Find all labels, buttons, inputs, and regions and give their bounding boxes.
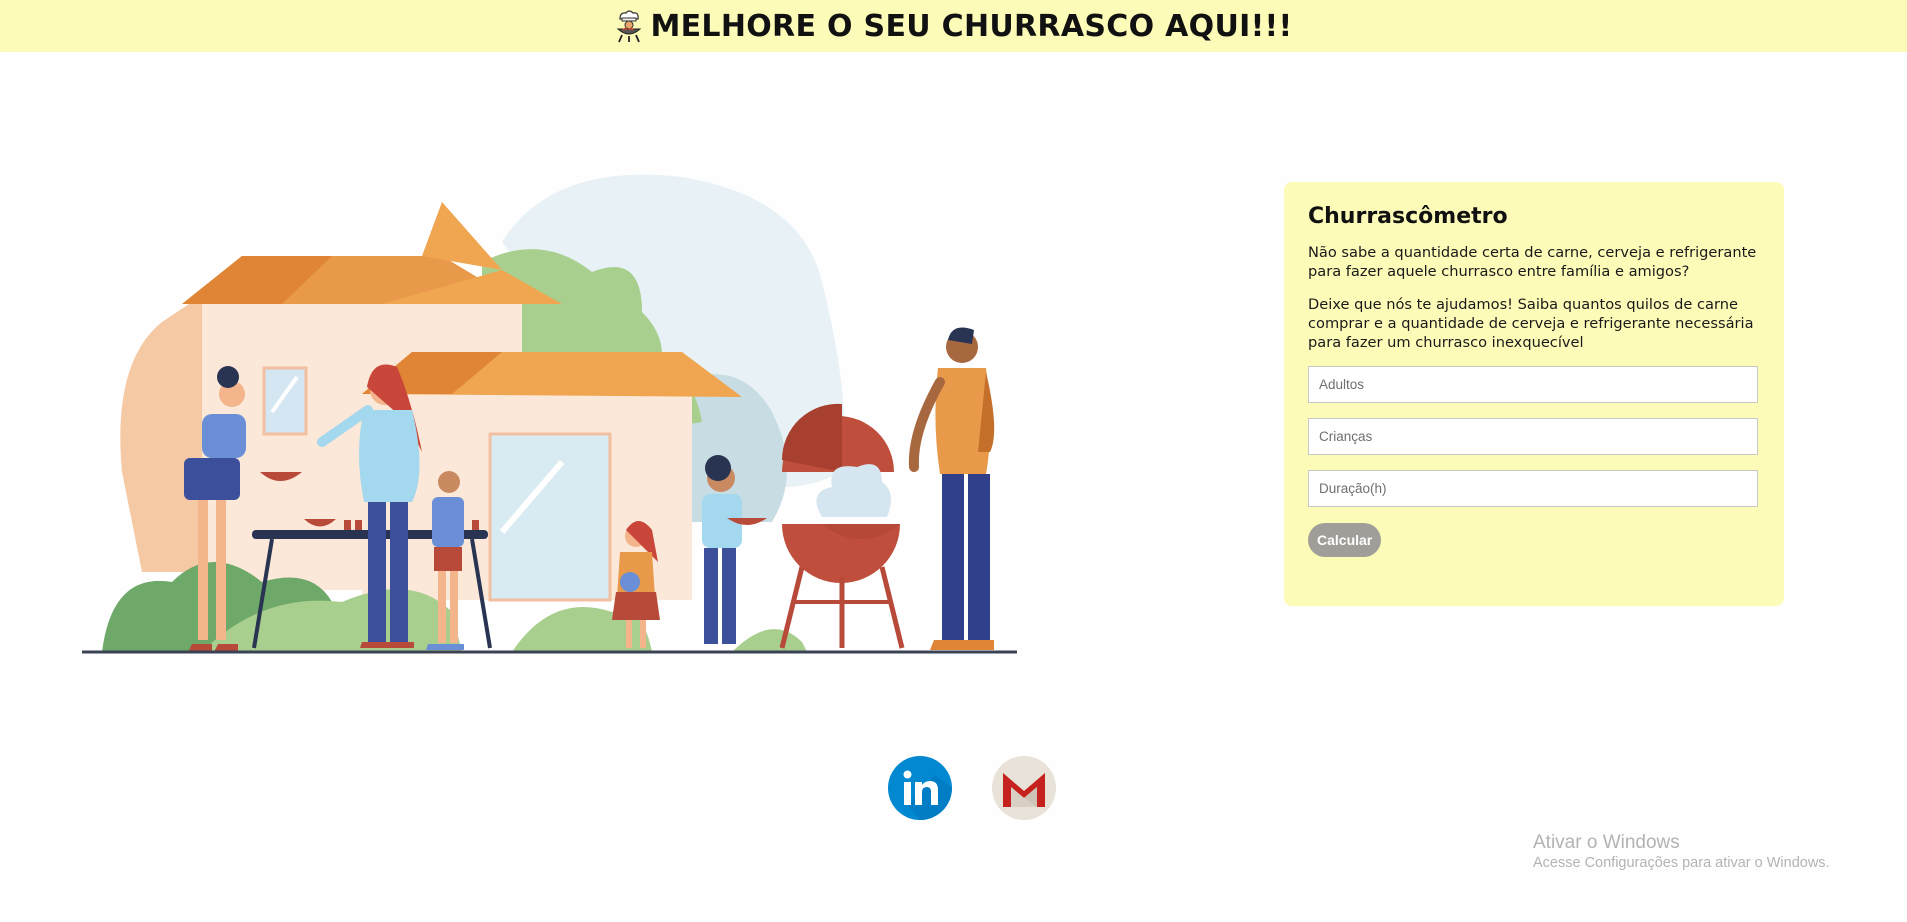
form-title: Churrascômetro [1308, 204, 1508, 229]
family-barbecue-illustration [82, 174, 1017, 654]
gmail-icon [992, 756, 1056, 820]
duration-input[interactable] [1308, 470, 1758, 507]
page-title: MELHORE O SEU CHURRASCO AQUI!!! [650, 8, 1293, 44]
churrascometro-form: Churrascômetro Não sabe a quantidade cer… [1284, 182, 1784, 606]
children-input[interactable] [1308, 418, 1758, 455]
linkedin-link[interactable] [887, 755, 953, 821]
calculate-button[interactable]: Calcular [1308, 523, 1382, 557]
form-intro: Não sabe a quantidade certa de carne, ce… [1308, 244, 1757, 280]
adults-input[interactable] [1308, 366, 1758, 403]
page-header: MELHORE O SEU CHURRASCO AQUI!!! [0, 0, 1907, 52]
gmail-link[interactable] [991, 755, 1057, 821]
watermark-subtitle: Acesse Configurações para ativar o Windo… [1533, 855, 1830, 871]
linkedin-icon [888, 756, 952, 820]
grill-chef-icon [617, 10, 642, 43]
form-description: Deixe que nós te ajudamos! Saiba quantos… [1308, 296, 1754, 351]
watermark-title: Ativar o Windows [1533, 832, 1680, 853]
windows-activation-watermark: Ativar o Windows Acesse Configurações pa… [1533, 831, 1830, 873]
